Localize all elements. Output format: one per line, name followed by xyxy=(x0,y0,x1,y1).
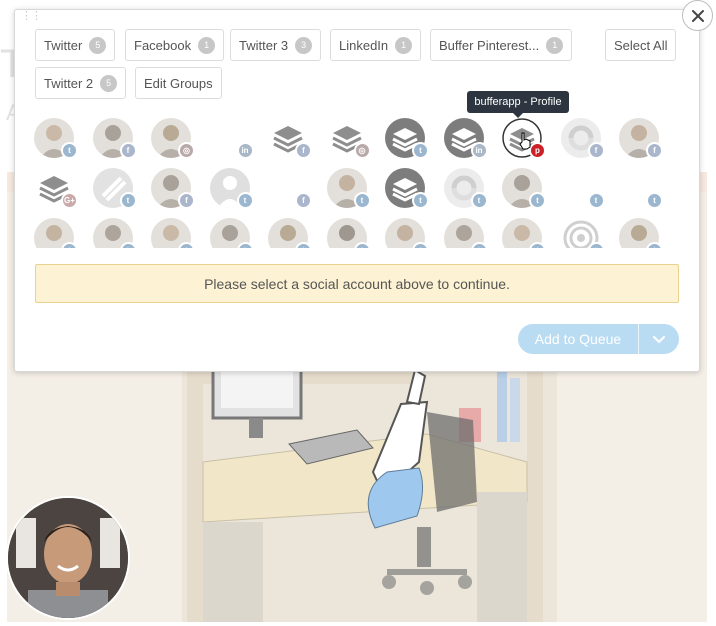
twitter-icon: t xyxy=(646,192,663,209)
profile-avatar[interactable]: t xyxy=(560,218,605,248)
profile-avatar[interactable]: t xyxy=(268,218,312,248)
twitter-icon: t xyxy=(412,142,429,159)
group-label: Buffer Pinterest... xyxy=(439,37,540,53)
drag-handle[interactable]: ⋮⋮ xyxy=(21,11,42,22)
group-label: Twitter 2 xyxy=(44,75,94,91)
group-label: Twitter 3 xyxy=(239,37,289,53)
add-to-queue-label: Add to Queue xyxy=(534,331,622,347)
group-count-badge: 5 xyxy=(89,36,107,54)
group-button-twitter[interactable]: Twitter 5 xyxy=(35,29,116,61)
profile-avatar[interactable]: t xyxy=(209,218,254,248)
twitter-icon: t xyxy=(470,192,488,209)
group-label: Twitter xyxy=(44,37,83,53)
profile-tooltip: bufferapp - Profile xyxy=(467,91,569,118)
close-button[interactable] xyxy=(682,0,713,31)
profile-avatar[interactable]: t xyxy=(502,168,546,209)
profile-avatar[interactable]: in xyxy=(443,118,488,159)
twitter-icon: t xyxy=(119,192,137,209)
profile-avatar[interactable]: t xyxy=(561,168,605,209)
profile-avatar[interactable]: f xyxy=(268,168,312,209)
profile-avatar[interactable]: t xyxy=(326,218,371,248)
select-all-label: Select All xyxy=(614,37,668,53)
twitter-icon: t xyxy=(646,242,663,248)
queue-divider xyxy=(638,324,639,354)
facebook-icon: f xyxy=(295,142,312,159)
group-label: Facebook xyxy=(134,37,192,53)
profile-avatar[interactable]: f xyxy=(268,118,312,159)
group-count-badge: 1 xyxy=(395,36,413,54)
profile-avatar[interactable]: f xyxy=(92,118,137,159)
group-count-badge: 5 xyxy=(100,74,118,92)
queue-options-dropdown[interactable] xyxy=(639,335,679,344)
chevron-down-icon xyxy=(653,335,665,343)
linkedin-icon: in xyxy=(470,142,488,159)
google-plus-icon: G+ xyxy=(61,192,78,209)
twitter-icon: t xyxy=(412,242,429,248)
group-button-facebook[interactable]: Facebook 1 xyxy=(125,29,225,61)
profile-avatar[interactable]: t xyxy=(34,218,78,248)
group-button-twitter-2[interactable]: Twitter 2 5 xyxy=(35,67,127,99)
group-count-badge: 1 xyxy=(546,36,564,54)
group-label: LinkedIn xyxy=(339,37,389,53)
instagram-icon: ◎ xyxy=(178,142,195,159)
edit-groups-button[interactable]: Edit Groups xyxy=(135,67,222,99)
profile-avatar[interactable]: t xyxy=(326,168,371,209)
presenter-video-avatar xyxy=(8,498,128,618)
profile-avatar[interactable]: f xyxy=(151,168,195,209)
facebook-icon: f xyxy=(295,192,312,209)
profile-avatar[interactable]: t xyxy=(151,218,195,248)
twitter-icon: t xyxy=(61,142,78,159)
profile-avatar[interactable]: p xyxy=(502,118,546,159)
twitter-icon: t xyxy=(295,242,312,248)
profile-avatar[interactable]: t xyxy=(385,218,429,248)
select-account-alert: Please select a social account above to … xyxy=(35,264,679,303)
profile-avatar[interactable]: f xyxy=(619,118,663,159)
select-all-button[interactable]: Select All xyxy=(605,29,677,61)
profile-avatar[interactable]: t xyxy=(619,218,663,248)
facebook-icon: f xyxy=(587,142,605,159)
profile-avatar[interactable]: t xyxy=(209,168,254,209)
group-button-linkedin[interactable]: LinkedIn 1 xyxy=(330,29,422,61)
edit-groups-label: Edit Groups xyxy=(144,75,213,91)
twitter-icon: t xyxy=(61,242,78,248)
facebook-icon: f xyxy=(178,192,195,209)
group-button-buffer-pinterest[interactable]: Buffer Pinterest... 1 xyxy=(430,29,573,61)
profile-avatar[interactable]: t xyxy=(619,168,663,209)
twitter-icon: t xyxy=(587,192,605,209)
profile-avatar[interactable]: t xyxy=(443,218,488,248)
group-button-twitter-3[interactable]: Twitter 3 3 xyxy=(230,29,322,61)
profile-avatar[interactable]: t xyxy=(92,218,137,248)
facebook-icon: f xyxy=(646,142,663,159)
twitter-icon: t xyxy=(412,192,429,209)
profile-avatar-grid: tf◎inf◎tinpffG+tftfttttttttttttttttt xyxy=(34,118,674,248)
twitter-icon: t xyxy=(529,192,546,209)
profile-avatar[interactable]: t xyxy=(385,118,429,159)
profile-avatar[interactable]: t xyxy=(92,168,137,209)
close-icon xyxy=(691,9,704,22)
facebook-icon: f xyxy=(119,142,137,159)
twitter-icon: t xyxy=(236,192,254,209)
group-count-badge: 1 xyxy=(198,36,216,54)
twitter-icon: t xyxy=(353,192,371,209)
twitter-icon: t xyxy=(178,242,195,248)
linkedin-icon: in xyxy=(236,142,254,159)
profile-avatar[interactable]: ◎ xyxy=(151,118,195,159)
profile-avatar[interactable]: G+ xyxy=(34,168,78,209)
group-count-badge: 3 xyxy=(295,36,313,54)
profile-avatar[interactable]: t xyxy=(502,218,546,248)
profile-avatar[interactable]: t xyxy=(385,168,429,209)
profile-avatar[interactable]: in xyxy=(210,118,254,159)
twitter-icon: t xyxy=(529,242,546,248)
profile-avatar[interactable]: f xyxy=(560,118,605,159)
add-to-queue-button[interactable]: Add to Queue xyxy=(518,324,679,354)
profile-avatar[interactable]: ◎ xyxy=(326,118,371,159)
hand-cursor-icon xyxy=(518,132,532,150)
profile-avatar[interactable]: t xyxy=(443,168,488,209)
instagram-icon: ◎ xyxy=(353,142,371,159)
profile-avatar[interactable]: t xyxy=(34,118,78,159)
